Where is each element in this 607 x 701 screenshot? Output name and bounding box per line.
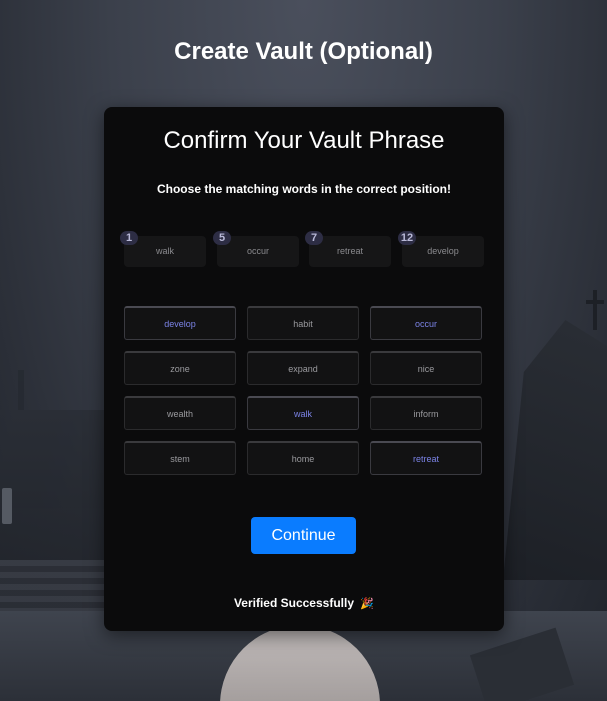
word-button-stem[interactable]: stem — [124, 441, 236, 475]
word-button-occur[interactable]: occur — [370, 306, 482, 340]
word-button-wealth[interactable]: wealth — [124, 396, 236, 430]
word-button-walk[interactable]: walk — [247, 396, 359, 430]
phrase-slot[interactable]: occur 5 — [213, 231, 299, 267]
instructions-text: Choose the matching words in the correct… — [156, 182, 452, 196]
word-button-expand[interactable]: expand — [247, 351, 359, 385]
phrase-slot[interactable]: retreat 7 — [305, 231, 391, 267]
word-button-inform[interactable]: inform — [370, 396, 482, 430]
phrase-slot[interactable]: walk 1 — [120, 231, 206, 267]
background-chapel — [503, 320, 607, 580]
verification-status: Verified Successfully 🎉 — [104, 596, 504, 610]
background-lantern — [2, 488, 12, 524]
slot-number-badge: 1 — [120, 231, 138, 245]
phrase-slot[interactable]: develop 12 — [398, 231, 484, 267]
word-button-home[interactable]: home — [247, 441, 359, 475]
word-button-nice[interactable]: nice — [370, 351, 482, 385]
phrase-slots: walk 1 occur 5 retreat 7 develop 12 — [120, 231, 484, 267]
card-title: Confirm Your Vault Phrase — [163, 127, 445, 154]
party-popper-icon: 🎉 — [360, 598, 375, 610]
word-button-retreat[interactable]: retreat — [370, 441, 482, 475]
word-button-develop[interactable]: develop — [124, 306, 236, 340]
page-title: Create Vault (Optional) — [174, 38, 433, 65]
slot-number-badge: 5 — [213, 231, 231, 245]
word-button-habit[interactable]: habit — [247, 306, 359, 340]
background-cross — [586, 290, 604, 330]
continue-button[interactable]: Continue — [251, 517, 356, 554]
vault-phrase-card: Confirm Your Vault Phrase Choose the mat… — [104, 107, 504, 631]
slot-number-badge: 7 — [305, 231, 323, 245]
slot-number-badge: 12 — [398, 231, 416, 245]
verification-status-text: Verified Successfully — [233, 596, 354, 610]
word-button-zone[interactable]: zone — [124, 351, 236, 385]
word-choice-grid: develop habit occur zone expand nice wea… — [124, 306, 484, 477]
